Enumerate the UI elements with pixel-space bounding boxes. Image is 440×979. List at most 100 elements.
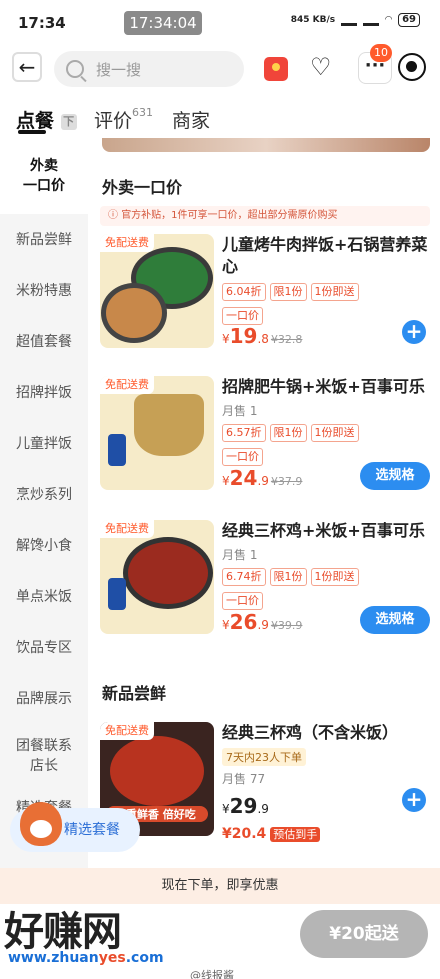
product-card[interactable]: 3重鲜香 倍好吃 免配送费 经典三杯鸡（不含米饭） 7天内23人下单 月售 77… — [100, 722, 430, 842]
add-button[interactable]: + — [402, 788, 426, 812]
watermark-url-a: www.zhuan — [8, 950, 99, 966]
instant-tag: 1份即送 — [310, 568, 359, 586]
sidebar-item-stir-fry[interactable]: 烹炒系列 — [0, 469, 88, 520]
currency: ¥ — [222, 474, 230, 488]
sidebar-item-new[interactable]: 新品尝鲜 — [0, 214, 88, 265]
sidebar-item-signature-bibimbap[interactable]: 招牌拌饭 — [0, 367, 88, 418]
currency: ¥ — [222, 332, 230, 346]
hot-tag: 7天内23人下单 — [222, 748, 306, 766]
status-time: 17:34 — [18, 14, 66, 32]
sidebar-item-kids-bibimbap[interactable]: 儿童拌饭 — [0, 418, 88, 469]
search-input[interactable]: 搜一搜 — [54, 51, 244, 87]
tab-reviews-label: 评价 — [94, 110, 133, 132]
product-list: 外卖一口价 ⓘ 官方补贴，1件可享一口价，超出部分需原价购买 免配送费 儿童烤牛… — [88, 138, 440, 868]
sidebar-item-rice-noodle[interactable]: 米粉特惠 — [0, 265, 88, 316]
tab-reviews-count: 631 — [132, 106, 154, 119]
product-image: 免配送费 — [100, 376, 214, 490]
product-info: 经典三杯鸡（不含米饭） 7天内23人下单 月售 77 — [222, 722, 430, 787]
flat-price-tag: 一口价 — [222, 307, 263, 325]
cart-bar: 好赚网 www.zhuanyes.com @线报酱 ¥20起送 — [0, 904, 440, 979]
featured-set-float-button[interactable]: 精选套餐 — [10, 802, 140, 852]
discount-tag: 6.57折 — [222, 424, 266, 442]
section-title-new: 新品尝鲜 — [102, 684, 167, 703]
net-speed: 845 KB/s — [290, 15, 336, 25]
sidebar-item-group-order[interactable]: 团餐联系 店长 — [0, 724, 88, 788]
tab-reviews[interactable]: 评价631 — [94, 106, 153, 133]
limit-tag: 限1份 — [269, 283, 307, 301]
signal-icon-2 — [363, 14, 380, 26]
price-dec: .9 — [257, 618, 269, 632]
sidebar-item-drinks[interactable]: 饮品专区 — [0, 622, 88, 673]
add-button[interactable]: + — [402, 320, 426, 344]
free-delivery-tag: 免配送费 — [100, 520, 154, 538]
monthly-sales: 月售 1 — [222, 404, 258, 418]
price-int: 24 — [229, 466, 258, 490]
monthly-sales: 月售 77 — [222, 772, 266, 786]
product-card[interactable]: 免配送费 儿童烤牛肉拌饭+石锅营养菜心 6.04折 限1份 1份即送 一口价 ¥… — [100, 234, 430, 354]
product-name: 儿童烤牛肉拌饭+石锅营养菜心 — [222, 235, 428, 276]
product-image: 免配送费 — [100, 520, 214, 634]
discount-tag: 6.74折 — [222, 568, 266, 586]
sidebar-item-rice[interactable]: 单点米饭 — [0, 571, 88, 622]
price-int: 26 — [229, 610, 258, 634]
checkout-button[interactable]: ¥20起送 — [300, 910, 428, 958]
sidebar-item-brand[interactable]: 品牌展示 — [0, 673, 88, 724]
sidebar-item-flat-price[interactable]: 外卖 一口价 — [0, 138, 88, 214]
dish-shape — [110, 736, 204, 806]
free-delivery-tag: 免配送费 — [100, 376, 154, 394]
price-int: 29 — [229, 794, 258, 818]
original-price: ¥32.8 — [270, 333, 303, 346]
product-info: 儿童烤牛肉拌饭+石锅营养菜心 6.04折 限1份 1份即送 一口价 — [222, 234, 430, 325]
select-spec-button[interactable]: 选规格 — [360, 462, 430, 490]
float-button-label: 精选套餐 — [64, 822, 120, 838]
tab-bar: 点餐 下 评价631 商家 — [0, 94, 440, 138]
banner-image — [102, 138, 430, 152]
dish-shape — [128, 542, 208, 604]
arrow-left-icon: ← — [18, 55, 36, 79]
red-packet-icon[interactable] — [264, 57, 288, 81]
product-image: 免配送费 — [100, 234, 214, 348]
tab-order-label: 点餐 — [16, 110, 55, 132]
currency: ¥ — [222, 618, 230, 632]
subsidy-notice-text: 官方补贴，1件可享一口价，超出部分需原价购买 — [121, 210, 338, 221]
select-spec-button[interactable]: 选规格 — [360, 606, 430, 634]
free-delivery-tag: 免配送费 — [100, 722, 154, 740]
tab-order[interactable]: 点餐 下 — [16, 106, 77, 133]
store-page: 17:34 17:34:04 845 KB/s ◠ 69 ← 搜一搜 ♡ ···… — [0, 0, 440, 979]
subsidy-notice: ⓘ 官方补贴，1件可享一口价，超出部分需原价购买 — [100, 206, 430, 226]
instant-tag: 1份即送 — [310, 424, 359, 442]
product-info: 经典三杯鸡+米饭+百事可乐 月售 1 6.74折 限1份 1份即送 一口价 — [222, 520, 430, 610]
battery-icon: 69 — [398, 13, 420, 27]
flat-price-tag: 一口价 — [222, 592, 263, 610]
tab-merchant-label: 商家 — [172, 110, 211, 132]
product-name: 经典三杯鸡+米饭+百事可乐 — [222, 521, 425, 540]
product-card[interactable]: 免配送费 招牌肥牛锅+米饭+百事可乐 月售 1 6.57折 限1份 1份即送 一… — [100, 376, 430, 496]
tab-merchant[interactable]: 商家 — [172, 106, 210, 133]
app-header: ← 搜一搜 ♡ ··· 10 — [0, 44, 440, 94]
flat-price-tag: 一口价 — [222, 448, 263, 466]
watermark-url-b: yes — [98, 950, 126, 966]
section-title-flat-price: 外卖一口价 — [102, 178, 183, 197]
fox-mascot-icon — [20, 802, 62, 846]
price: ¥24.9 ¥37.9 — [222, 466, 302, 490]
sidebar-item-snacks[interactable]: 解馋小食 — [0, 520, 88, 571]
tab-underline — [18, 130, 46, 134]
product-tags: 6.57折 限1份 1份即送 — [222, 424, 430, 442]
category-sidebar: 外卖 一口价 新品尝鲜 米粉特惠 超值套餐 招牌拌饭 儿童拌饭 烹炒系列 解馋小… — [0, 138, 88, 868]
dish-shape-2 — [106, 288, 162, 338]
back-button[interactable]: ← — [12, 52, 42, 82]
estimated-price: ¥20.4 预估到手 — [222, 826, 321, 842]
original-price: ¥37.9 — [270, 475, 303, 488]
monthly-sales: 月售 1 — [222, 548, 258, 562]
search-icon — [66, 60, 84, 78]
original-price: ¥39.9 — [270, 619, 303, 632]
wifi-icon: ◠ — [385, 15, 393, 25]
product-card[interactable]: 免配送费 经典三杯鸡+米饭+百事可乐 月售 1 6.74折 限1份 1份即送 一… — [100, 520, 430, 640]
heart-plus-icon[interactable]: ♡ — [310, 53, 332, 81]
cola-can-icon — [108, 434, 126, 466]
sidebar-item-value-set[interactable]: 超值套餐 — [0, 316, 88, 367]
cart-badge: 10 — [370, 44, 392, 62]
product-tags: 6.74折 限1份 1份即送 — [222, 568, 430, 586]
status-bar: 17:34 17:34:04 845 KB/s ◠ 69 — [0, 0, 440, 44]
target-icon[interactable] — [398, 53, 426, 81]
